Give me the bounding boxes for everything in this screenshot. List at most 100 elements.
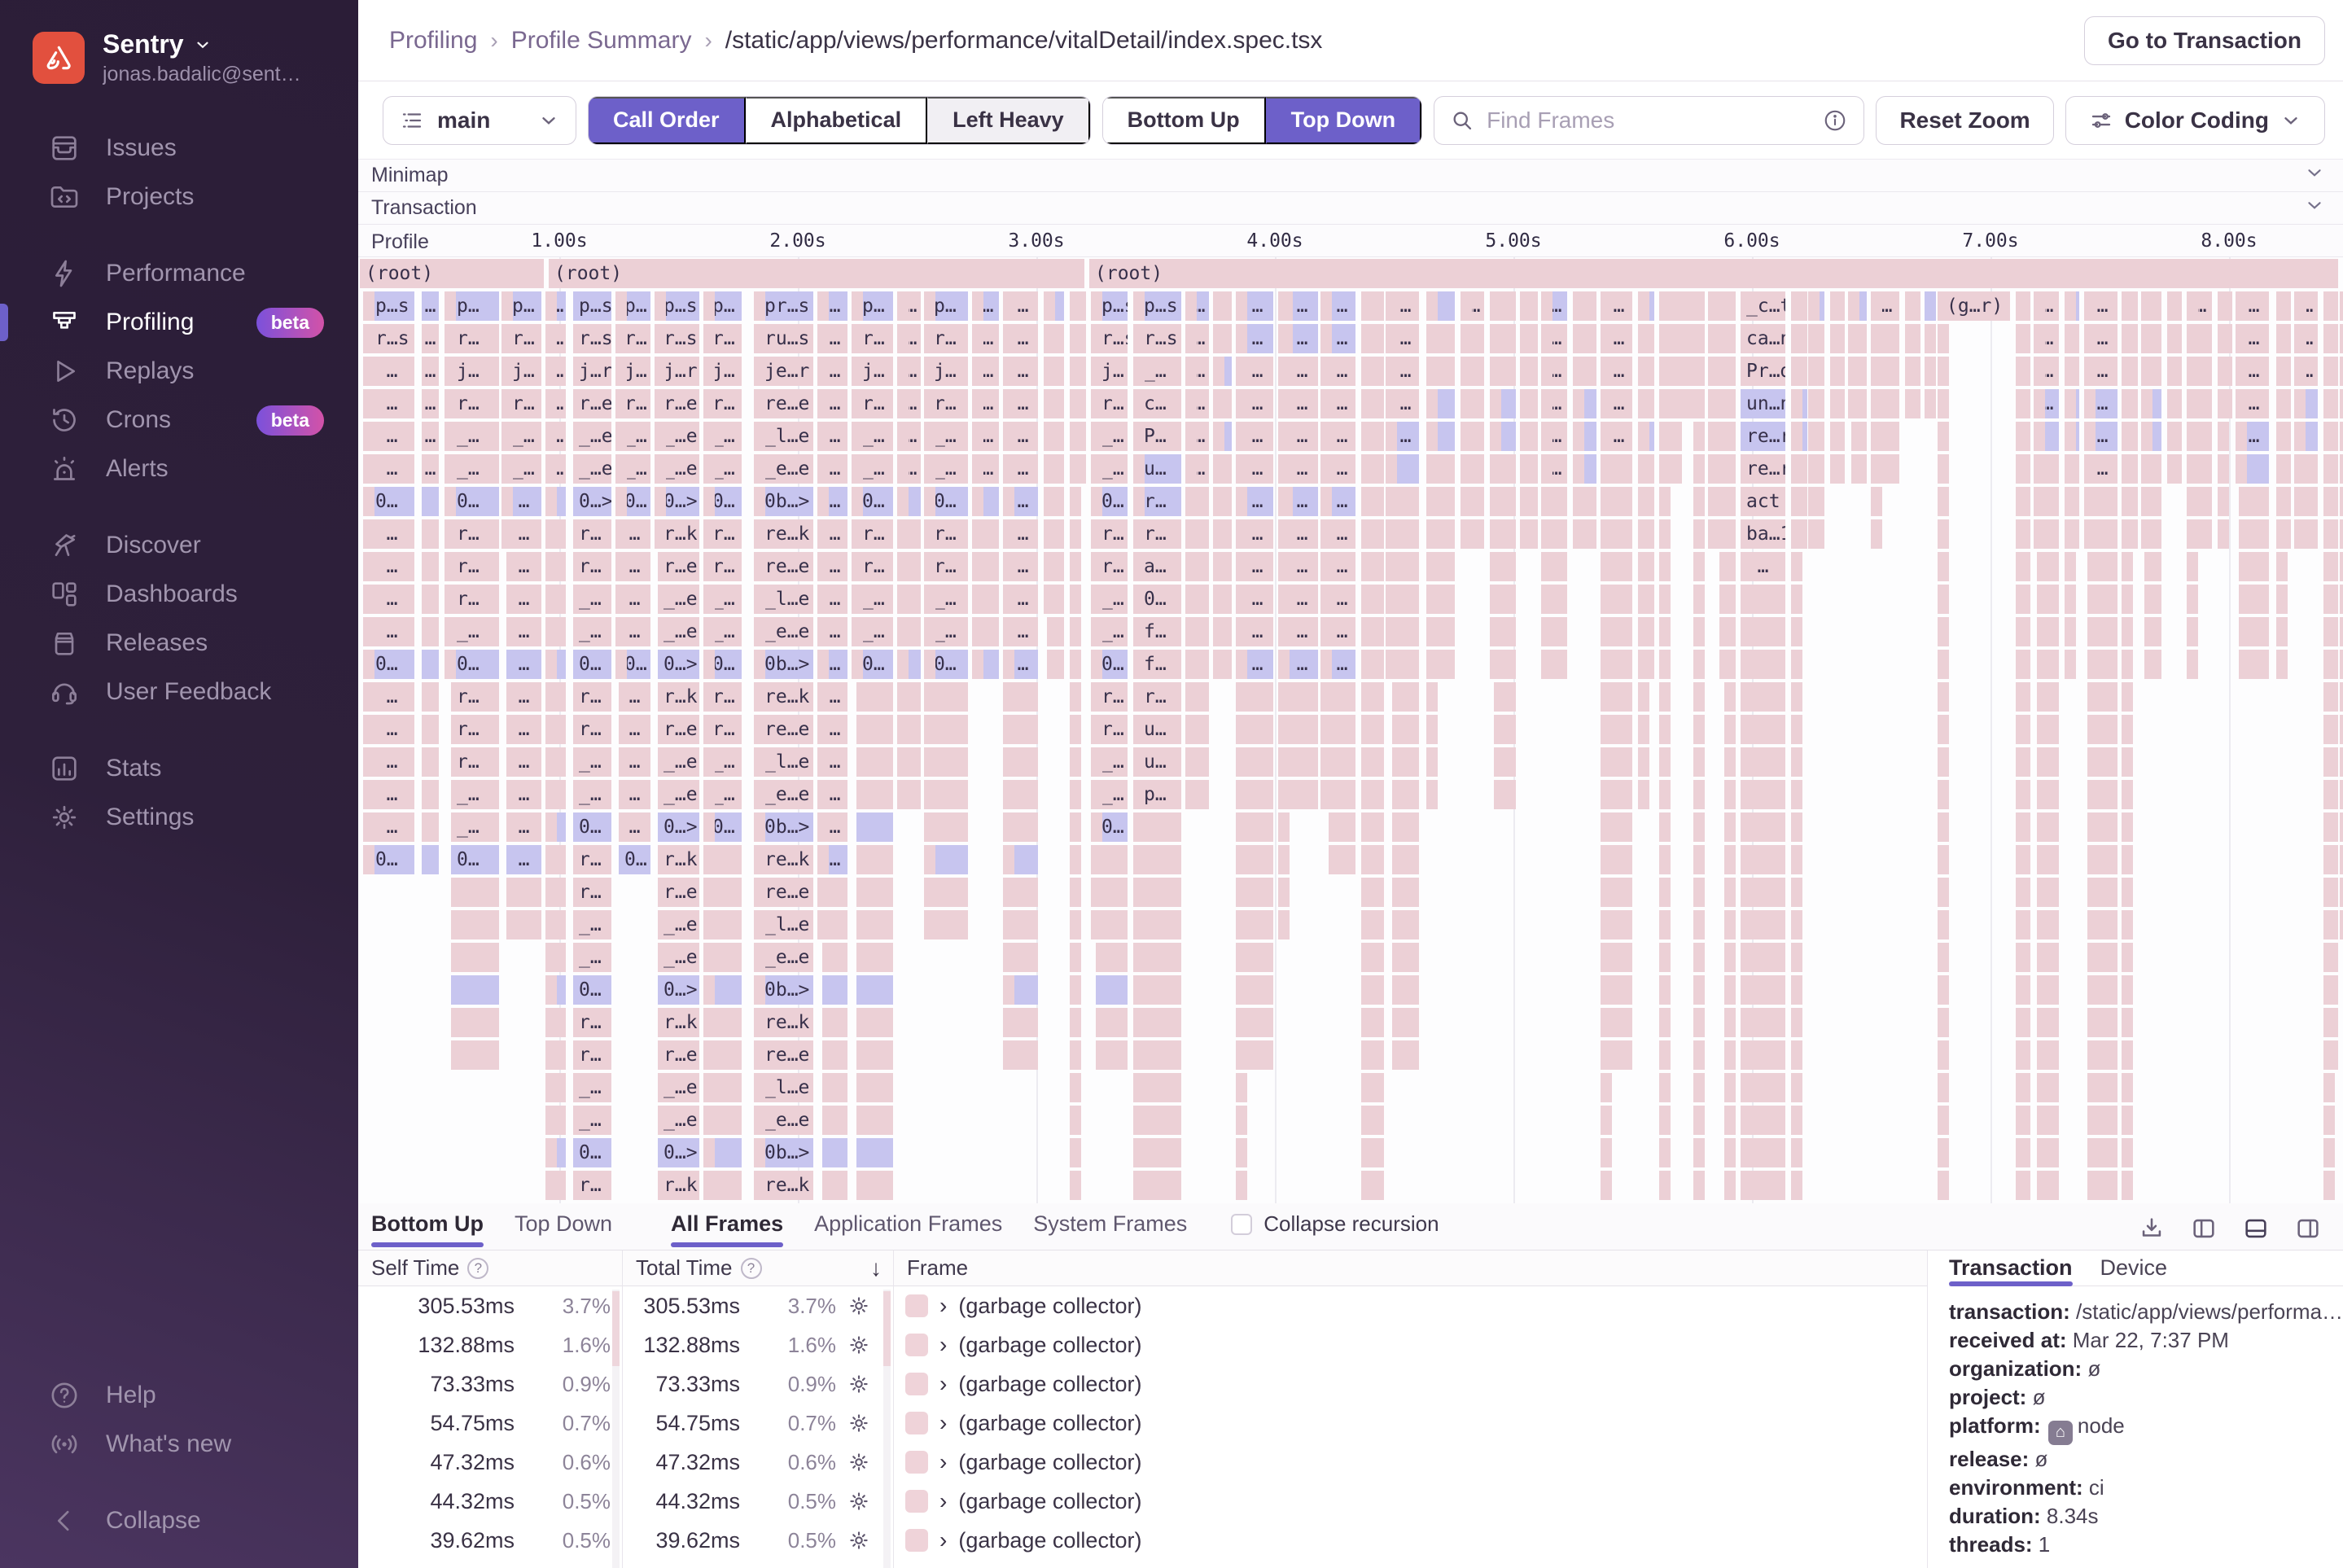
frame-settings-gear-icon[interactable] (836, 1489, 882, 1513)
flame-frame[interactable] (1708, 519, 1719, 549)
flame-frame[interactable]: 0… (451, 650, 499, 679)
flame-frame[interactable] (703, 1171, 715, 1200)
flame-frame[interactable] (822, 1040, 847, 1070)
flame-frame[interactable] (1133, 975, 1145, 1005)
flame-frame[interactable]: r… (573, 1171, 611, 1200)
flame-frame[interactable]: _e…e (759, 454, 813, 484)
flame-frame[interactable]: 0… (573, 650, 611, 679)
flame-frame[interactable] (2323, 845, 2335, 874)
flame-frame[interactable] (1361, 1138, 1373, 1167)
flame-frame[interactable] (1044, 324, 1055, 353)
flame-frame[interactable] (1373, 291, 1384, 321)
flame-frame[interactable] (924, 552, 935, 581)
flame-frame[interactable] (754, 487, 765, 516)
flame-frame[interactable]: … (1329, 552, 1355, 581)
flame-frame[interactable] (1659, 1106, 1671, 1135)
flame-frame[interactable] (1693, 389, 1705, 418)
flame-frame[interactable] (1905, 291, 1916, 321)
sidebar-item-stats[interactable]: Stats (0, 744, 358, 793)
flame-frame[interactable]: _…e (573, 422, 611, 451)
flame-frame[interactable] (545, 910, 557, 939)
flame-frame[interactable] (897, 454, 909, 484)
flame-frame[interactable] (1070, 878, 1081, 907)
flame-frame[interactable] (2122, 715, 2133, 744)
flame-frame[interactable] (2218, 389, 2229, 418)
flame-frame[interactable] (1682, 389, 1693, 418)
flame-frame[interactable] (1659, 389, 1671, 418)
flame-frame[interactable] (2122, 1008, 2133, 1037)
flame-frame[interactable] (1741, 878, 1785, 907)
flame-frame[interactable] (363, 519, 374, 549)
flame-frame[interactable] (2239, 650, 2269, 679)
flame-frame[interactable] (1938, 552, 1949, 581)
flame-frame[interactable] (1392, 682, 1419, 712)
flame-frame[interactable] (1925, 389, 1936, 418)
chevron-right-icon[interactable]: › (939, 1371, 947, 1397)
flame-frame[interactable]: _l…e (759, 1073, 813, 1102)
flame-frame[interactable] (545, 422, 557, 451)
flame-frame[interactable] (897, 682, 909, 712)
flame-frame[interactable] (2167, 357, 2179, 386)
flame-frame[interactable]: … (370, 389, 414, 418)
flame-frame[interactable]: … (506, 650, 541, 679)
breadcrumb-item[interactable]: Profiling (389, 27, 477, 55)
flame-frame[interactable] (1096, 1008, 1128, 1037)
flame-frame[interactable] (1320, 291, 1332, 321)
flame-frame[interactable]: r…s (573, 324, 611, 353)
flame-frame[interactable] (1070, 617, 1081, 646)
flame-frame[interactable]: … (1329, 324, 1355, 353)
flame-frame[interactable] (545, 747, 557, 777)
flame-frame[interactable]: r… (451, 519, 499, 549)
flame-frame[interactable] (1096, 1040, 1128, 1070)
flame-frame[interactable] (2065, 422, 2076, 451)
flame-frame[interactable] (1320, 650, 1332, 679)
flame-frame[interactable] (1070, 1171, 1081, 1200)
flame-frame[interactable] (2037, 617, 2059, 646)
flame-frame[interactable] (1281, 519, 1293, 549)
flame-frame[interactable] (1361, 324, 1373, 353)
flame-frame[interactable] (703, 1040, 715, 1070)
flame-frame[interactable] (2340, 715, 2343, 744)
flame-frame[interactable] (1791, 1008, 1802, 1037)
flame-frame[interactable] (924, 910, 935, 939)
flame-frame[interactable] (1133, 357, 1145, 386)
flame-frame[interactable] (2294, 324, 2306, 353)
collapse-recursion-checkbox[interactable]: Collapse recursion (1231, 1211, 1439, 1237)
flame-frame[interactable] (363, 324, 374, 353)
flame-frame[interactable] (1573, 454, 1584, 484)
flame-frame[interactable] (2087, 1073, 2117, 1102)
flame-frame[interactable] (655, 291, 666, 321)
flame-frame[interactable] (1791, 812, 1802, 842)
flame-frame[interactable] (897, 291, 909, 321)
flame-frame[interactable] (1791, 519, 1802, 549)
flame-frame[interactable] (1693, 650, 1705, 679)
flame-frame[interactable] (1236, 878, 1247, 907)
self-scrollbar[interactable] (612, 1290, 620, 1568)
flame-frame[interactable] (1741, 1040, 1785, 1070)
flame-frame[interactable] (1573, 357, 1584, 386)
flame-frame[interactable] (817, 650, 829, 679)
frame-row[interactable]: ›(garbage collector) (894, 1286, 1927, 1325)
flame-frame[interactable] (1091, 845, 1102, 874)
flame-frame[interactable] (1541, 487, 1553, 516)
flame-frame[interactable] (2187, 585, 2198, 614)
flame-frame[interactable] (703, 422, 715, 451)
flame-frame[interactable] (703, 617, 715, 646)
flame-frame[interactable] (1185, 422, 1197, 451)
flame-frame[interactable] (1373, 357, 1384, 386)
flame-frame[interactable] (2239, 519, 2269, 549)
flame-frame[interactable] (2087, 747, 2117, 777)
flame-frame[interactable] (924, 715, 935, 744)
flame-frame[interactable]: _… (451, 454, 499, 484)
flame-frame[interactable]: r…e (658, 552, 699, 581)
flame-frame[interactable] (1047, 617, 1064, 646)
flame-frame[interactable] (822, 1073, 847, 1102)
flame-frame[interactable] (972, 389, 983, 418)
flame-frame[interactable] (2122, 487, 2133, 516)
flame-frame[interactable] (2016, 422, 2027, 451)
flame-frame[interactable] (1091, 552, 1102, 581)
flame-frame[interactable] (363, 389, 374, 418)
flame-frame[interactable] (1185, 747, 1197, 777)
flame-frame[interactable] (1236, 422, 1247, 451)
flame-frame[interactable]: … (506, 585, 541, 614)
